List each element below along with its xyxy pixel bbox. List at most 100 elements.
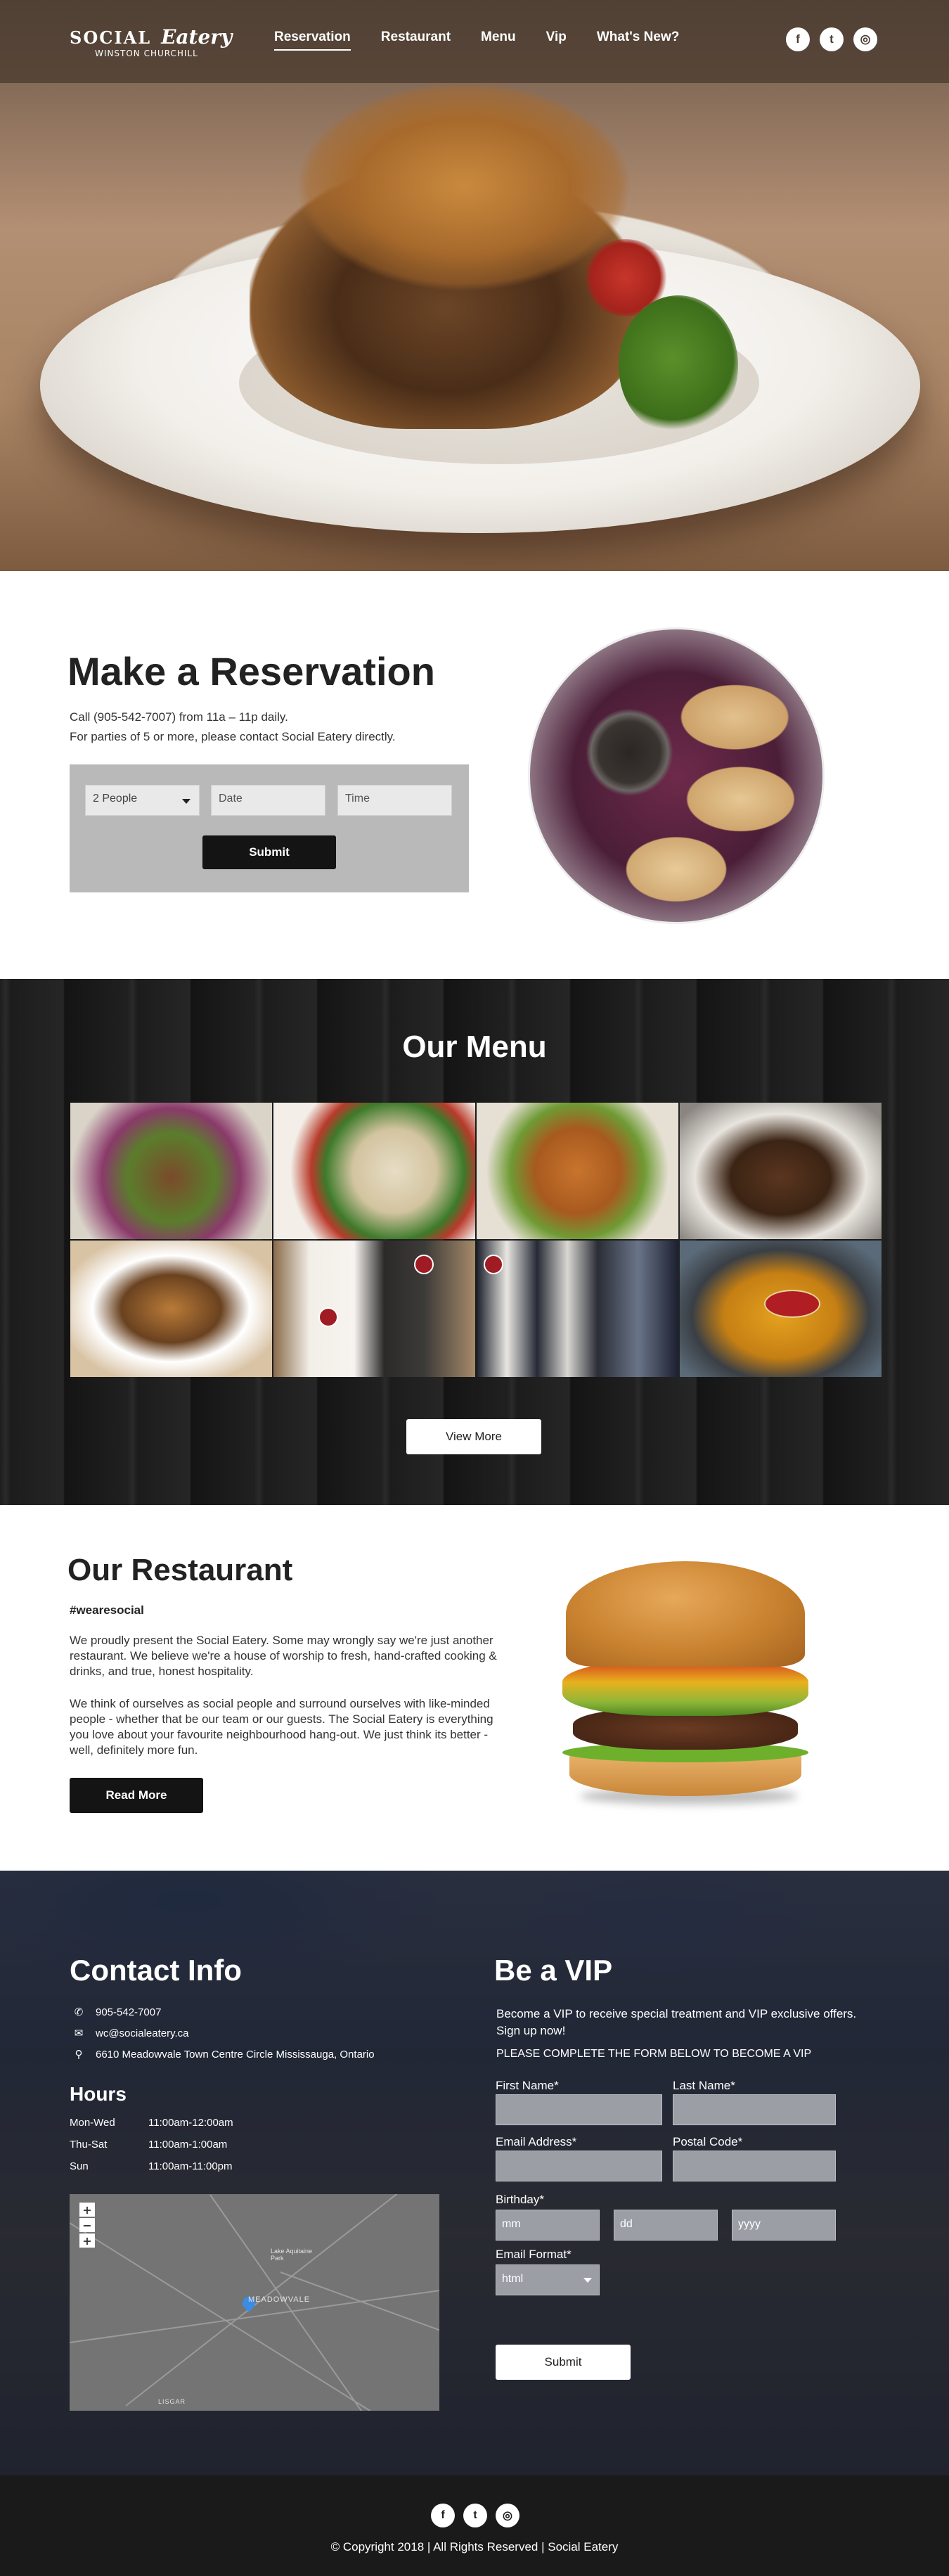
party-size-select[interactable]: 2 People — [85, 785, 200, 816]
hours-title: Hours — [70, 2083, 127, 2105]
menu-photo-wine-bottles[interactable] — [273, 1241, 475, 1377]
facebook-icon[interactable]: f — [786, 27, 810, 51]
map-label-street: LISGAR — [158, 2398, 186, 2405]
menu-photo-pasta[interactable] — [477, 1103, 678, 1239]
instagram-icon[interactable]: ◎ — [853, 27, 877, 51]
contact-phone[interactable]: ✆ 905-542-7007 — [73, 2006, 162, 2019]
site-logo[interactable]: SOCIAL Eatery WINSTON CHURCHILL — [70, 25, 232, 58]
contact-address: ⚲ 6610 Meadowvale Town Centre Circle Mis… — [73, 2048, 375, 2061]
birthday-month-input[interactable]: mm — [496, 2210, 600, 2241]
reservation-submit-button[interactable]: Submit — [202, 835, 336, 869]
beer-logo-icon — [764, 1290, 820, 1318]
hours-row: Sun 11:00am-11:00pm — [70, 2160, 233, 2172]
phone-icon: ✆ — [74, 2006, 84, 2018]
burger-image — [562, 1561, 815, 1807]
vip-title: Be a VIP — [494, 1954, 613, 1987]
contact-address-text: 6610 Meadowvale Town Centre Circle Missi… — [96, 2048, 375, 2061]
footer-copyright: © Copyright 2018 | All Rights Reserved |… — [330, 2540, 619, 2553]
location-map[interactable]: + − + MEADOWVALE Lake Aquitaine Park LIS… — [70, 2194, 439, 2411]
reservation-info-line-1: Call (905-542-7007) from 11a – 11p daily… — [70, 710, 288, 724]
facebook-icon[interactable]: f — [431, 2504, 455, 2527]
contact-title: Contact Info — [70, 1954, 242, 1987]
hours-time: 11:00am-11:00pm — [148, 2160, 233, 2172]
restaurant-hashtag: #wearesocial — [70, 1603, 144, 1617]
reservation-info: Call (905-542-7007) from 11a – 11p daily… — [70, 707, 396, 747]
hero-banner: SOCIAL Eatery WINSTON CHURCHILL Reservati… — [0, 0, 949, 571]
postal-code-input[interactable] — [673, 2151, 836, 2181]
menu-photo-onion-stack[interactable] — [70, 1241, 272, 1377]
map-reset-button[interactable]: + — [79, 2234, 95, 2248]
last-name-input[interactable] — [673, 2094, 836, 2125]
map-label-park: Lake Aquitaine Park — [271, 2248, 313, 2262]
wine-label-icon — [484, 1255, 503, 1274]
menu-photo-beer[interactable] — [680, 1241, 882, 1377]
reservation-title: Make a Reservation — [67, 649, 435, 693]
time-input[interactable]: Time — [337, 785, 452, 816]
burger-top-bun — [566, 1561, 805, 1667]
hours-days: Sun — [70, 2160, 89, 2172]
map-zoom-out-button[interactable]: − — [79, 2218, 95, 2232]
reservation-section: Make a Reservation Call (905-542-7007) f… — [0, 571, 949, 979]
hours-row: Thu-Sat 11:00am-1:00am — [70, 2139, 227, 2151]
birthday-label: Birthday* — [496, 2193, 544, 2206]
first-name-input[interactable] — [496, 2094, 662, 2125]
contact-phone-text: 905-542-7007 — [96, 2006, 162, 2018]
envelope-icon: ✉ — [74, 2027, 84, 2039]
vip-submit-button[interactable]: Submit — [496, 2345, 631, 2380]
map-label-area: MEADOWVALE — [248, 2295, 311, 2304]
vip-instruction: PLEASE COMPLETE THE FORM BELOW TO BECOME… — [496, 2048, 812, 2060]
dumplings-image — [528, 627, 825, 924]
hours-row: Mon-Wed 11:00am-12:00am — [70, 2117, 233, 2129]
nav-whats-new[interactable]: What's New? — [597, 30, 679, 51]
nav-restaurant[interactable]: Restaurant — [381, 30, 451, 51]
hero-onion-rings — [295, 81, 633, 292]
menu-gallery — [70, 1103, 882, 1377]
logo-word-eatery: Eatery — [161, 25, 233, 49]
postal-code-label: Postal Code* — [673, 2135, 743, 2148]
twitter-icon[interactable]: t — [463, 2504, 487, 2527]
birthday-day-input[interactable]: dd — [614, 2210, 718, 2241]
nav-menu[interactable]: Menu — [481, 30, 516, 51]
hours-time: 11:00am-12:00am — [148, 2117, 233, 2129]
restaurant-paragraph-2: We think of ourselves as social people a… — [70, 1697, 493, 1757]
email-input[interactable] — [496, 2151, 662, 2181]
restaurant-paragraph-1: We proudly present the Social Eatery. So… — [70, 1634, 497, 1678]
instagram-icon[interactable]: ◎ — [496, 2504, 519, 2527]
site-footer: f t ◎ © Copyright 2018 | All Rights Rese… — [0, 2475, 949, 2576]
menu-photo-wrap[interactable] — [70, 1103, 272, 1239]
reservation-form: 2 People Date Time Submit — [70, 764, 469, 892]
menu-section: Our Menu View More — [0, 979, 949, 1505]
contact-email-text: wc@socialeatery.ca — [96, 2027, 189, 2039]
email-format-select[interactable]: html — [496, 2264, 600, 2295]
menu-photo-wine-lineup[interactable] — [477, 1241, 678, 1377]
restaurant-section: Our Restaurant #wearesocial We proudly p… — [0, 1505, 949, 1871]
logo-tagline: WINSTON CHURCHILL — [95, 49, 198, 58]
first-name-label: First Name* — [496, 2079, 559, 2092]
twitter-icon[interactable]: t — [820, 27, 844, 51]
map-pin-icon: ⚲ — [75, 2049, 83, 2061]
reservation-info-line-2: For parties of 5 or more, please contact… — [70, 730, 396, 743]
hours-days: Mon-Wed — [70, 2117, 115, 2129]
birthday-year-input[interactable]: yyyy — [732, 2210, 836, 2241]
site-header: SOCIAL Eatery WINSTON CHURCHILL Reservati… — [0, 0, 949, 83]
wine-label-icon — [318, 1307, 338, 1327]
last-name-label: Last Name* — [673, 2079, 735, 2092]
main-nav: Reservation Restaurant Menu Vip What's N… — [274, 30, 709, 51]
menu-photo-ribs[interactable] — [680, 1103, 882, 1239]
read-more-button[interactable]: Read More — [70, 1778, 203, 1813]
restaurant-title: Our Restaurant — [67, 1553, 293, 1587]
menu-photo-chicken-salad[interactable] — [273, 1103, 475, 1239]
header-social-links: f t ◎ — [786, 27, 877, 51]
hours-days: Thu-Sat — [70, 2139, 108, 2151]
contact-email[interactable]: ✉ wc@socialeatery.ca — [73, 2027, 189, 2040]
email-format-label: Email Format* — [496, 2248, 572, 2261]
email-label: Email Address* — [496, 2135, 577, 2148]
date-input[interactable]: Date — [211, 785, 325, 816]
footer-social-links: f t ◎ — [431, 2504, 519, 2527]
view-more-button[interactable]: View More — [406, 1419, 541, 1454]
wine-label-icon — [414, 1255, 434, 1274]
nav-vip[interactable]: Vip — [546, 30, 567, 51]
nav-reservation[interactable]: Reservation — [274, 30, 351, 51]
page: SOCIAL Eatery WINSTON CHURCHILL Reservati… — [0, 0, 949, 2576]
map-zoom-in-button[interactable]: + — [79, 2203, 95, 2217]
